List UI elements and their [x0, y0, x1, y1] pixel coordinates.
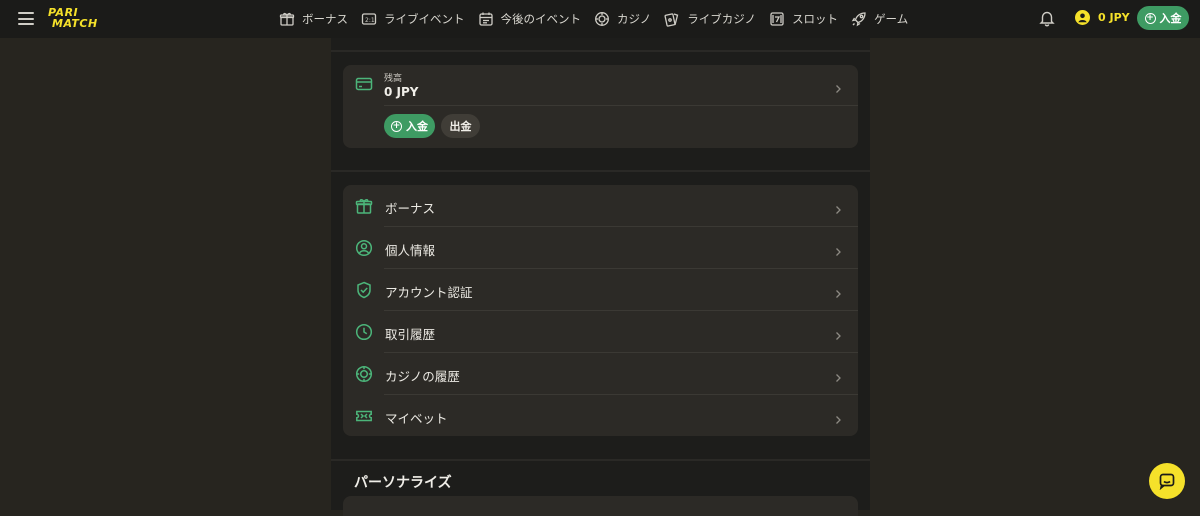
nav-item-label: ライブイベント: [384, 12, 465, 26]
chevron-right-icon: [834, 242, 842, 256]
nav-item-upcoming-events[interactable]: 今後のイベント: [478, 11, 582, 27]
live-chat-button[interactable]: [1149, 463, 1185, 499]
section-divider: [331, 459, 870, 461]
ticket-icon: [355, 407, 373, 425]
slot-icon: [769, 11, 785, 27]
svg-text:2:1: 2:1: [365, 17, 375, 24]
menu-item-personal-info[interactable]: 個人情報: [343, 227, 858, 269]
chevron-right-icon[interactable]: [834, 79, 842, 93]
top-navigation-bar: PARI MATCH ボーナス 2:1 ライブイベント 今後のイベント カジノ: [0, 0, 1200, 38]
nav-item-label: ゲーム: [874, 12, 909, 26]
nav-item-slots[interactable]: スロット: [769, 11, 838, 27]
menu-item-label: ボーナス: [385, 201, 436, 216]
personalize-card: [343, 496, 858, 516]
gift-icon: [355, 197, 373, 215]
chevron-right-icon: [834, 284, 842, 298]
plus-circle-icon: +: [1144, 12, 1156, 24]
rocket-icon: [851, 11, 867, 27]
header-deposit-button[interactable]: + 入金: [1137, 6, 1189, 30]
menu-item-label: カジノの履歴: [385, 369, 460, 384]
nav-item-bonus[interactable]: ボーナス: [279, 11, 348, 27]
parimatch-logo[interactable]: PARI MATCH: [48, 7, 116, 31]
nav-item-live-casino[interactable]: ライブカジノ: [664, 11, 756, 27]
menu-item-bonus[interactable]: ボーナス: [343, 185, 858, 227]
scoreboard-icon: 2:1: [361, 11, 377, 27]
casino-chip-icon: [355, 365, 373, 383]
section-divider: [331, 170, 870, 172]
header-deposit-label: 入金: [1159, 12, 1182, 25]
cards-icon: [664, 11, 680, 27]
nav-item-casino[interactable]: カジノ: [594, 11, 651, 27]
chevron-right-icon: [834, 326, 842, 340]
nav-item-games[interactable]: ゲーム: [851, 11, 908, 27]
calendar-icon: [478, 11, 494, 27]
menu-item-verification[interactable]: アカウント認証: [343, 269, 858, 311]
credit-card-icon: [355, 76, 373, 92]
menu-item-label: アカウント認証: [385, 285, 473, 300]
bell-icon[interactable]: [1038, 9, 1056, 27]
section-title-personalize: パーソナライズ: [354, 475, 452, 491]
divider: [384, 105, 858, 106]
nav-item-label: スロット: [792, 12, 839, 26]
menu-item-casino-history[interactable]: カジノの履歴: [343, 353, 858, 395]
header-balance[interactable]: 0 JPY: [1075, 10, 1130, 25]
plus-circle-icon: +: [391, 120, 402, 132]
withdraw-button-label: 出金: [449, 120, 472, 133]
clock-icon: [355, 323, 373, 341]
user-avatar-icon: [1075, 10, 1090, 25]
nav-item-label: 今後のイベント: [500, 12, 582, 26]
menu-item-my-bets[interactable]: マイベット: [343, 395, 858, 437]
chat-icon: [1158, 472, 1176, 490]
account-panel: 残高 0 JPY + 入金 出金 ボーナス 個人情報 アカウント認証 取引履歴 …: [331, 38, 870, 516]
balance-card: 残高 0 JPY + 入金 出金: [343, 65, 858, 148]
chevron-right-icon: [834, 410, 842, 424]
nav-item-label: カジノ: [617, 12, 652, 26]
deposit-button-label: 入金: [406, 120, 428, 133]
withdraw-button[interactable]: 出金: [441, 114, 480, 138]
chevron-right-icon: [834, 200, 842, 214]
balance-label: 残高: [384, 74, 403, 84]
nav-item-live-events[interactable]: 2:1 ライブイベント: [361, 11, 465, 27]
main-nav: ボーナス 2:1 ライブイベント 今後のイベント カジノ ライブカジノ スロット…: [279, 0, 921, 38]
header-balance-value: 0 JPY: [1098, 11, 1130, 24]
deposit-button[interactable]: + 入金: [384, 114, 435, 138]
shield-check-icon: [355, 281, 373, 299]
balance-value: 0 JPY: [384, 85, 419, 99]
menu-item-label: マイベット: [385, 411, 448, 426]
account-menu: ボーナス 個人情報 アカウント認証 取引履歴 カジノの履歴 マイベット: [343, 185, 858, 436]
menu-item-label: 取引履歴: [385, 327, 436, 342]
gift-icon: [279, 11, 295, 27]
menu-item-label: 個人情報: [385, 243, 436, 258]
hamburger-menu-icon[interactable]: [18, 12, 34, 25]
section-divider: [331, 50, 870, 52]
logo-text-bottom: MATCH: [52, 17, 98, 30]
menu-item-transaction-history[interactable]: 取引履歴: [343, 311, 858, 353]
casino-chip-icon: [594, 11, 610, 27]
chevron-right-icon: [834, 368, 842, 382]
nav-item-label: ボーナス: [302, 12, 348, 26]
user-circle-icon: [355, 239, 373, 257]
nav-item-label: ライブカジノ: [687, 12, 757, 26]
